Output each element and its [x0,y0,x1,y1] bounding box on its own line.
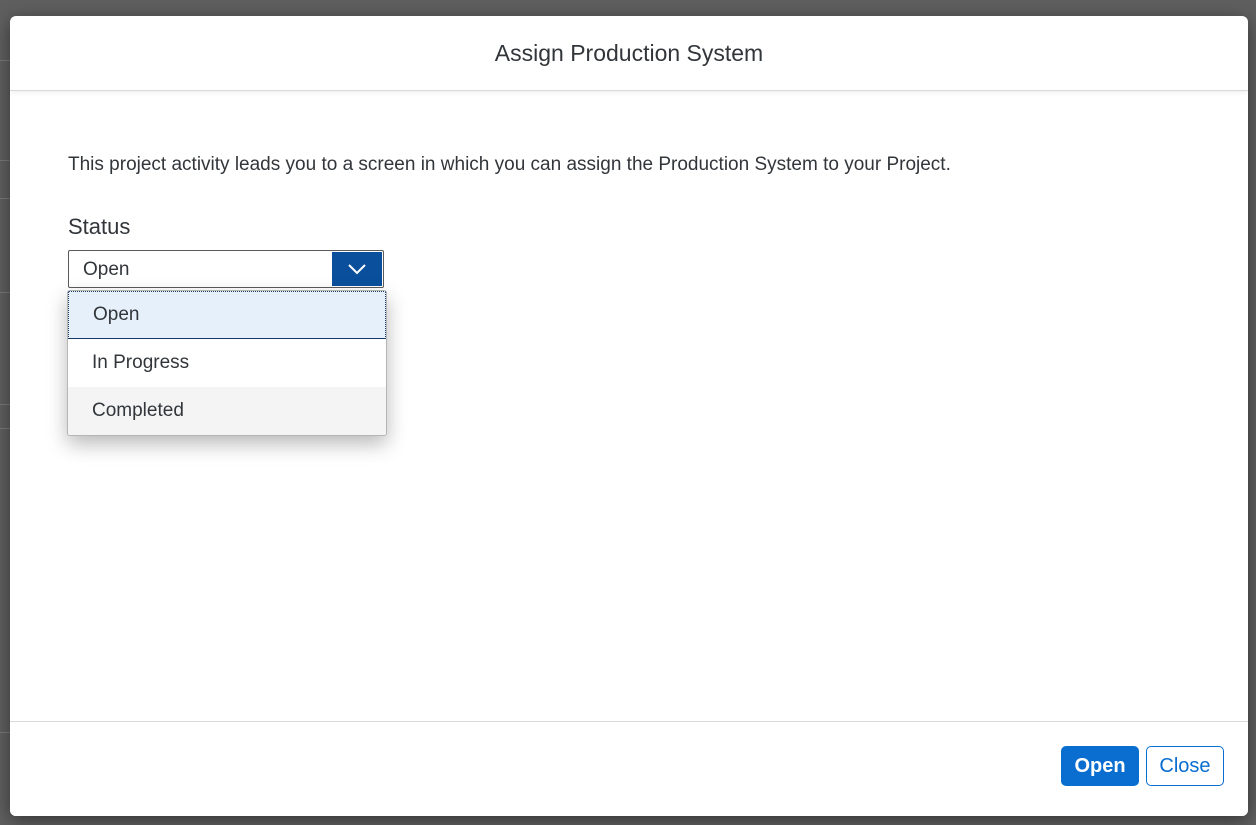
background-divider [0,404,10,405]
background-divider [0,160,10,161]
background-divider [0,198,10,199]
background-divider [0,60,10,61]
status-option-in-progress[interactable]: In Progress [68,339,386,387]
status-select[interactable]: Open [68,250,384,288]
open-button[interactable]: Open [1061,746,1139,786]
background-divider [0,732,10,733]
background-divider [0,428,10,429]
status-dropdown-list: Open In Progress Completed [67,290,387,436]
dialog-description: This project activity leads you to a scr… [68,154,951,175]
status-select-arrow-button[interactable] [332,252,382,286]
dialog-header: Assign Production System [10,16,1248,91]
chevron-down-icon [348,264,366,275]
dialog-footer: Open Close [10,721,1248,816]
background-divider [0,292,10,293]
status-select-value: Open [83,259,130,280]
assign-production-system-dialog: Assign Production System This project ac… [10,16,1248,816]
status-option-open[interactable]: Open [68,291,386,339]
status-option-completed[interactable]: Completed [68,387,386,435]
close-button[interactable]: Close [1146,746,1224,786]
status-label: Status [68,214,131,239]
dialog-title: Assign Production System [494,39,764,66]
